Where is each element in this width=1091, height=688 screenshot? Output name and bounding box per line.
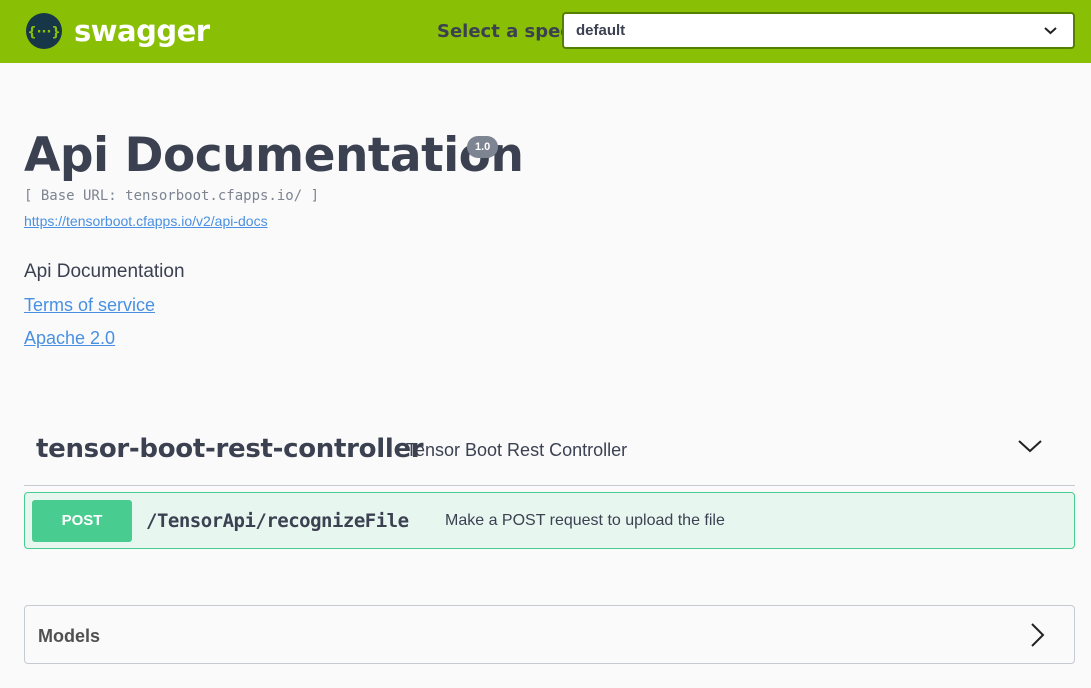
swagger-logo-glyph: {···} [27,25,60,40]
version-badge: 1.0 [467,136,499,158]
spec-select-value: default [576,22,626,39]
logo-glyph: {···} [27,25,60,40]
tag-section-header[interactable]: tensor-boot-rest-controller Tensor Boot … [24,420,1075,486]
method-badge: POST [32,500,132,542]
chevron-down-icon[interactable] [1018,438,1042,454]
tag-description: Tensor Boot Rest Controller [406,440,628,460]
spec-select-label: Select a spec [437,21,571,42]
tag-name: tensor-boot-rest-controller [36,434,424,464]
api-description: Api Documentation [24,261,185,282]
models-section[interactable]: Models [24,605,1075,664]
logo-text[interactable]: swagger [74,14,210,48]
operation-path: /TensorApi/recognizeFile [146,510,409,532]
chevron-right-icon[interactable] [1029,623,1045,647]
operation-summary: Make a POST request to upload the file [445,512,725,529]
spec-url-link[interactable]: https://tensorboot.cfapps.io/v2/api-docs [24,213,268,229]
spec-select[interactable]: default [562,12,1075,49]
terms-of-service-link[interactable]: Terms of service [24,295,155,316]
page-title: Api Documentation [24,128,524,183]
operation-post-recognize-file[interactable]: POST /TensorApi/recognizeFile Make a POS… [24,492,1075,549]
license-link[interactable]: Apache 2.0 [24,328,115,349]
topbar: {···} swagger Select a spec default [0,0,1091,63]
chevron-down-icon [1044,27,1057,35]
models-title: Models [38,626,101,646]
swagger-logo-icon[interactable]: {···} [26,13,62,49]
base-url: [ Base URL: tensorboot.cfapps.io/ ] [24,188,320,204]
